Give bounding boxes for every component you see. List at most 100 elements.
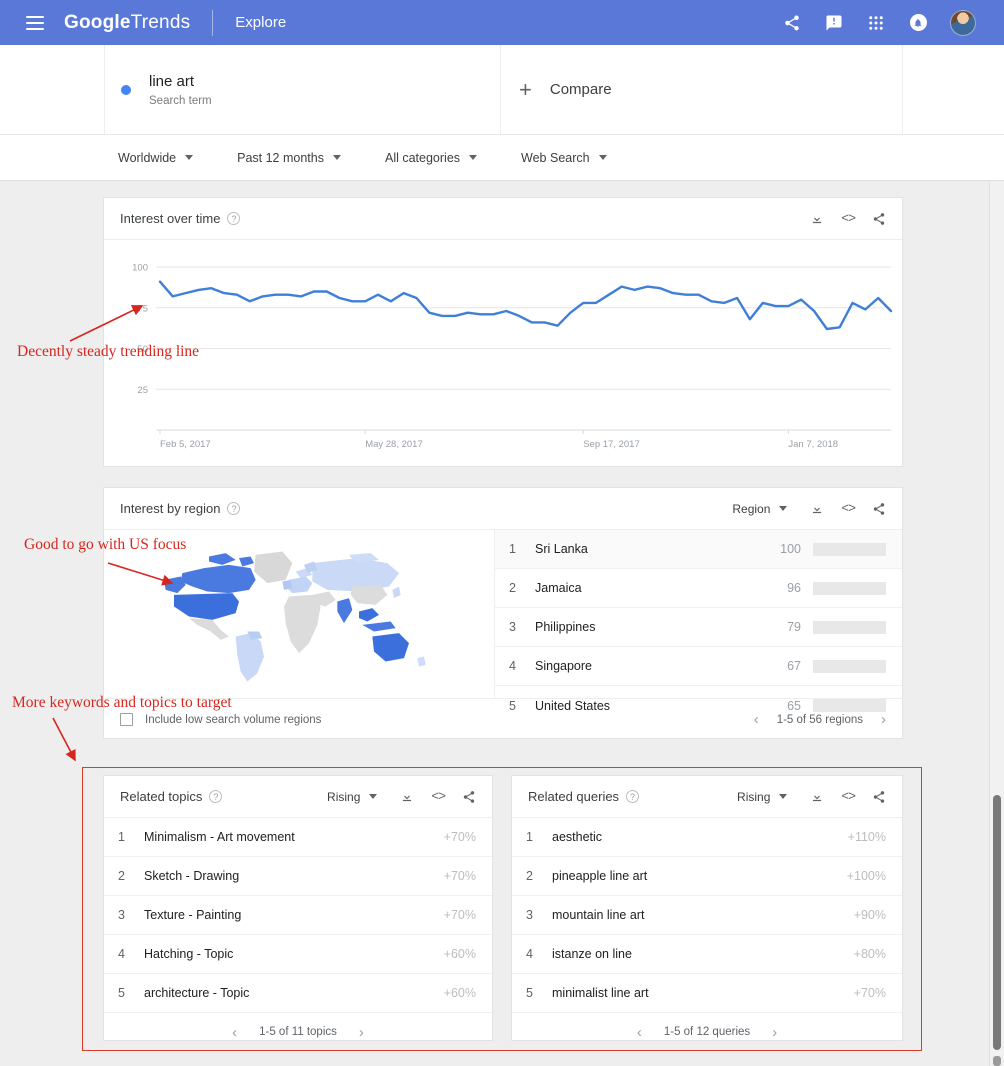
help-icon[interactable]: ? xyxy=(227,212,241,225)
topbar-actions xyxy=(782,9,988,36)
explore-nav-item[interactable]: Explore xyxy=(235,14,286,31)
query-rank: 4 xyxy=(526,947,533,961)
table-row[interactable]: 4 Singapore 67 xyxy=(495,647,902,686)
filter-timerange-label: Past 12 months xyxy=(237,150,324,165)
scrollbar-thumb-end[interactable] xyxy=(993,1056,1001,1066)
topbar-divider xyxy=(212,9,214,36)
list-item[interactable]: 2 Sketch - Drawing +70% xyxy=(104,857,492,896)
help-icon[interactable]: ? xyxy=(227,502,241,515)
embed-icon[interactable]: <> xyxy=(841,789,856,804)
svg-text:Feb 5, 2017: Feb 5, 2017 xyxy=(160,439,211,450)
region-pagination: ‹ 1-5 of 56 regions › xyxy=(754,712,886,727)
list-item[interactable]: 3 Texture - Painting +70% xyxy=(104,896,492,935)
filter-searchtype-label: Web Search xyxy=(521,150,590,165)
share-icon[interactable] xyxy=(872,212,886,226)
table-row[interactable]: 2 Jamaica 96 xyxy=(495,569,902,608)
region-value: 96 xyxy=(787,581,801,595)
list-item[interactable]: 5 minimalist line art +70% xyxy=(512,974,902,1013)
queries-sort-label: Rising xyxy=(737,789,771,804)
download-icon[interactable] xyxy=(400,790,414,804)
share-icon[interactable] xyxy=(782,13,802,33)
annotation-text-2: Good to go with US focus xyxy=(24,536,187,553)
topic-name: Sketch - Drawing xyxy=(144,869,240,883)
queries-sort-select[interactable]: Rising xyxy=(737,789,788,804)
list-item[interactable]: 1 aesthetic +110% xyxy=(512,818,902,857)
download-icon[interactable] xyxy=(810,790,824,804)
list-item[interactable]: 3 mountain line art +90% xyxy=(512,896,902,935)
compare-button[interactable]: + Compare xyxy=(501,45,903,134)
brand-google-text: Google xyxy=(64,11,131,33)
list-item[interactable]: 1 Minimalism - Art movement +70% xyxy=(104,818,492,857)
share-icon[interactable] xyxy=(872,502,886,516)
filter-timerange[interactable]: Past 12 months xyxy=(237,151,341,165)
embed-icon[interactable]: <> xyxy=(841,501,856,516)
page-scrollbar[interactable] xyxy=(989,181,1004,1066)
topic-rank: 4 xyxy=(118,947,125,961)
region-rank: 5 xyxy=(509,698,516,713)
region-bar xyxy=(813,581,886,595)
query-growth: +80% xyxy=(853,947,886,961)
download-icon[interactable] xyxy=(810,502,824,516)
topic-growth: +60% xyxy=(443,986,476,1000)
feedback-icon[interactable] xyxy=(824,13,844,33)
prev-page-icon[interactable]: ‹ xyxy=(232,1025,237,1040)
related-topics-actions: Rising <> xyxy=(327,789,476,804)
hamburger-icon[interactable] xyxy=(26,15,44,30)
svg-text:100: 100 xyxy=(132,263,148,274)
filter-category[interactable]: All categories xyxy=(385,151,478,165)
notification-bell-icon[interactable] xyxy=(908,13,928,33)
filter-location[interactable]: Worldwide xyxy=(118,151,194,165)
world-map[interactable] xyxy=(104,530,494,698)
prev-page-icon[interactable]: ‹ xyxy=(754,712,759,727)
include-low-volume-label: Include low search volume regions xyxy=(145,713,322,726)
brand-trends-text: Trends xyxy=(130,11,191,33)
compare-label: Compare xyxy=(549,81,612,98)
brand-logo[interactable]: GoogleTrends xyxy=(64,12,190,34)
help-icon[interactable]: ? xyxy=(209,790,223,803)
query-name: mountain line art xyxy=(552,908,645,922)
next-page-icon[interactable]: › xyxy=(881,712,886,727)
embed-icon[interactable]: <> xyxy=(431,789,446,804)
related-topics-pagination: ‹ 1-5 of 11 topics › xyxy=(104,1013,492,1051)
include-low-volume-checkbox[interactable] xyxy=(120,713,133,726)
list-item[interactable]: 5 architecture - Topic +60% xyxy=(104,974,492,1013)
share-icon[interactable] xyxy=(872,790,886,804)
download-icon[interactable] xyxy=(810,212,824,226)
interest-over-time-header: Interest over time ? <> xyxy=(104,198,902,240)
filter-searchtype[interactable]: Web Search xyxy=(521,151,607,165)
interest-by-region-title: Interest by region xyxy=(120,501,221,516)
chevron-down-icon xyxy=(185,155,194,160)
region-name: United States xyxy=(535,698,611,713)
chevron-down-icon xyxy=(469,155,478,160)
help-icon[interactable]: ? xyxy=(626,790,640,803)
topic-growth: +70% xyxy=(443,830,476,844)
next-page-icon[interactable]: › xyxy=(772,1025,777,1040)
chevron-down-icon xyxy=(779,506,788,511)
share-icon[interactable] xyxy=(462,790,476,804)
apps-grid-icon[interactable] xyxy=(866,13,886,33)
region-value: 79 xyxy=(787,620,801,634)
region-rank: 3 xyxy=(509,620,516,634)
search-term-chip[interactable]: line art Search term xyxy=(105,45,501,134)
scrollbar-thumb[interactable] xyxy=(993,795,1001,1050)
region-value: 67 xyxy=(787,659,801,673)
region-pagination-label: 1-5 of 56 regions xyxy=(776,713,863,726)
related-queries-actions: Rising <> xyxy=(737,789,886,804)
list-item[interactable]: 2 pineapple line art +100% xyxy=(512,857,902,896)
query-name: istanze on line xyxy=(552,947,632,961)
query-name: minimalist line art xyxy=(552,986,649,1000)
topic-rank: 1 xyxy=(118,830,125,844)
chevron-down-icon xyxy=(332,155,341,160)
region-scope-select[interactable]: Region xyxy=(732,502,788,516)
list-item[interactable]: 4 istanze on line +80% xyxy=(512,935,902,974)
filter-bar: Worldwide Past 12 months All categories … xyxy=(0,135,1004,181)
next-page-icon[interactable]: › xyxy=(359,1025,364,1040)
table-row[interactable]: 3 Philippines 79 xyxy=(495,608,902,647)
topics-sort-select[interactable]: Rising xyxy=(327,790,378,804)
query-rank: 2 xyxy=(526,869,533,883)
prev-page-icon[interactable]: ‹ xyxy=(637,1025,642,1040)
avatar[interactable] xyxy=(950,9,976,36)
list-item[interactable]: 4 Hatching - Topic +60% xyxy=(104,935,492,974)
embed-icon[interactable]: <> xyxy=(841,211,856,226)
table-row[interactable]: 1 Sri Lanka 100 xyxy=(495,530,902,569)
